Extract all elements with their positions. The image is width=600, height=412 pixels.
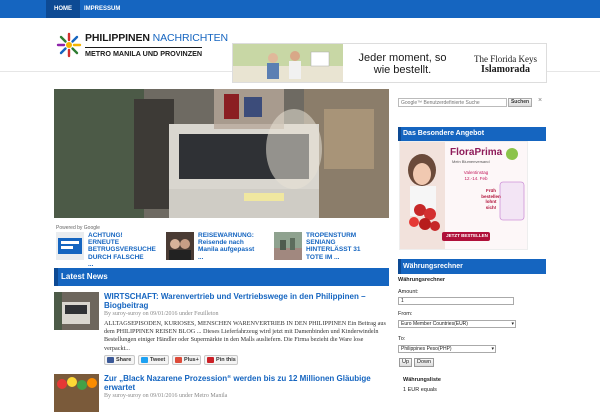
amount-label: Amount: xyxy=(398,289,419,295)
header-ad-banner[interactable]: Jeder moment, so wie bestellt. The Flori… xyxy=(232,43,547,83)
header-accent-bar xyxy=(54,268,58,286)
from-label: From: xyxy=(398,311,413,317)
banner-brand-top: The Florida Keys xyxy=(474,54,537,64)
ad-title: ACHTUNG! ERNEUTE BETRUGSVERSUCHE DURCH F… xyxy=(88,232,156,268)
facebook-share-button[interactable]: Share xyxy=(104,355,135,365)
ad-thumb-image xyxy=(56,232,84,260)
floraprima-promo[interactable]: FloraPrima Mein Blumenversand Valentinst… xyxy=(399,141,528,250)
nav-home[interactable]: HOME xyxy=(46,0,80,18)
pinterest-icon xyxy=(207,357,214,363)
promo-tagline: Mein Blumenversand xyxy=(452,159,490,164)
ad-thumb-image xyxy=(274,232,302,260)
share-label: Tweet xyxy=(150,357,166,363)
search-button[interactable]: Suchen xyxy=(508,98,532,107)
header-accent-bar xyxy=(398,127,401,141)
site-name: PHILIPPINEN NACHRICHTEN xyxy=(85,32,228,44)
post-thumbnail[interactable] xyxy=(54,374,99,412)
header-accent-bar xyxy=(398,259,401,274)
banner-brand-name: Islamorada xyxy=(481,64,530,75)
site-name-part1: PHILIPPINEN xyxy=(85,32,150,44)
to-currency-value: Philippines Peso(PHP) xyxy=(401,346,452,352)
banner-slogan: Jeder moment, so wie bestellt. xyxy=(358,52,447,76)
chevron-down-icon: ▾ xyxy=(491,346,494,352)
twitter-icon xyxy=(141,357,148,363)
ad-title-main: REISEWARNUNG: xyxy=(198,232,254,239)
latest-news-title: Latest News xyxy=(61,272,108,281)
post-thumbnail[interactable] xyxy=(54,292,99,330)
site-name-part2: NACHRICHTEN xyxy=(152,32,228,44)
from-currency-select[interactable]: Euro Member Countries(EUR) ▾ xyxy=(398,320,516,328)
offer-widget-header: Das Besondere Angebot xyxy=(398,127,546,141)
facebook-icon xyxy=(107,357,114,363)
latest-news-header: Latest News xyxy=(54,268,389,286)
ad-title-rest: Reisende nach Manila aufgepasst ... xyxy=(198,239,255,261)
google-plus-button[interactable]: Plus+ xyxy=(172,355,201,365)
from-currency-value: Euro Member Countries(EUR) xyxy=(401,321,468,327)
amount-input[interactable]: 1 xyxy=(398,297,514,305)
post-title-link[interactable]: WIRTSCHAFT: Warenvertrieb und Vertriebsw… xyxy=(104,292,389,310)
banner-photo xyxy=(233,44,343,82)
currency-list-heading: Währungsliste xyxy=(403,377,441,383)
post-meta: By suroy-suroy on 09/01/2016 under Feuil… xyxy=(104,311,219,317)
chevron-down-icon: ▾ xyxy=(511,321,514,327)
ads-powered-by: Powered by Google xyxy=(56,225,100,231)
ad-title: REISEWARNUNG: Reisende nach Manila aufgep… xyxy=(198,232,258,261)
top-navigation: HOME IMPRESSUM xyxy=(0,0,600,18)
google-plus-icon xyxy=(175,357,182,363)
nav-impressum[interactable]: IMPRESSUM xyxy=(76,0,128,18)
promo-valentine: Valentinstag 12.-14. Feb xyxy=(463,170,489,181)
site-subtitle: METRO MANILA UND PROVINZEN xyxy=(85,47,203,58)
share-buttons: Share Tweet Plus+ Pin this xyxy=(104,355,304,365)
currency-list-first: 1 EUR equals xyxy=(403,387,437,393)
down-button[interactable]: Down xyxy=(414,358,435,367)
currency-widget-title: Währungsrechner xyxy=(403,263,463,270)
promo-cta-button[interactable]: JETZT BESTELLEN xyxy=(444,233,490,238)
sunburst-logo-icon xyxy=(56,32,82,58)
ad-thumb-image xyxy=(166,232,194,260)
up-button[interactable]: Up xyxy=(399,358,413,367)
offer-widget-title: Das Besondere Angebot xyxy=(403,130,485,137)
related-ads: Powered by Google ACHTUNG! ERNEUTE BETRU… xyxy=(54,225,389,268)
currency-heading: Währungsrechner xyxy=(398,277,446,283)
site-header: PHILIPPINEN NACHRICHTEN METRO MANILA UND… xyxy=(0,18,600,83)
news-post: WIRTSCHAFT: Warenvertrieb und Vertriebsw… xyxy=(54,292,389,372)
share-label: Plus+ xyxy=(184,357,199,363)
post-title-link[interactable]: Zur „Black Nazarene Prozession“ werden b… xyxy=(104,374,389,392)
to-currency-select[interactable]: Philippines Peso(PHP) ▾ xyxy=(398,345,496,353)
site-logo[interactable]: PHILIPPINEN NACHRICHTEN METRO MANILA UND… xyxy=(56,30,228,60)
search-input[interactable] xyxy=(398,98,507,107)
pinterest-button[interactable]: Pin this xyxy=(204,355,238,365)
share-label: Share xyxy=(116,357,132,363)
to-label: To: xyxy=(398,336,406,342)
news-post: Zur „Black Nazarene Prozession“ werden b… xyxy=(54,374,389,412)
tweet-button[interactable]: Tweet xyxy=(138,355,169,365)
ad-title: TROPENSTURM SENIANG hinterlässt 31 Tote … xyxy=(306,232,361,261)
banner-people-image xyxy=(233,44,343,82)
post-meta: By suroy-suroy on 09/01/2016 under Metro… xyxy=(104,393,228,399)
post-excerpt: ALLTAGSEPISODEN, KURIOSES, MENSCHEN WARE… xyxy=(104,320,386,352)
google-search: Suchen × xyxy=(398,97,548,108)
currency-widget-header: Währungsrechner xyxy=(398,259,546,274)
promo-brand: FloraPrima xyxy=(450,147,503,158)
delivery-truck-photo xyxy=(54,89,389,218)
featured-image[interactable] xyxy=(54,89,389,218)
share-label: Pin this xyxy=(216,357,236,363)
promo-order-text: Früh bestellen lohnt sich! xyxy=(481,188,501,210)
clear-search-icon[interactable]: × xyxy=(538,97,542,104)
banner-brand: The Florida Keys Islamorada xyxy=(468,54,543,75)
